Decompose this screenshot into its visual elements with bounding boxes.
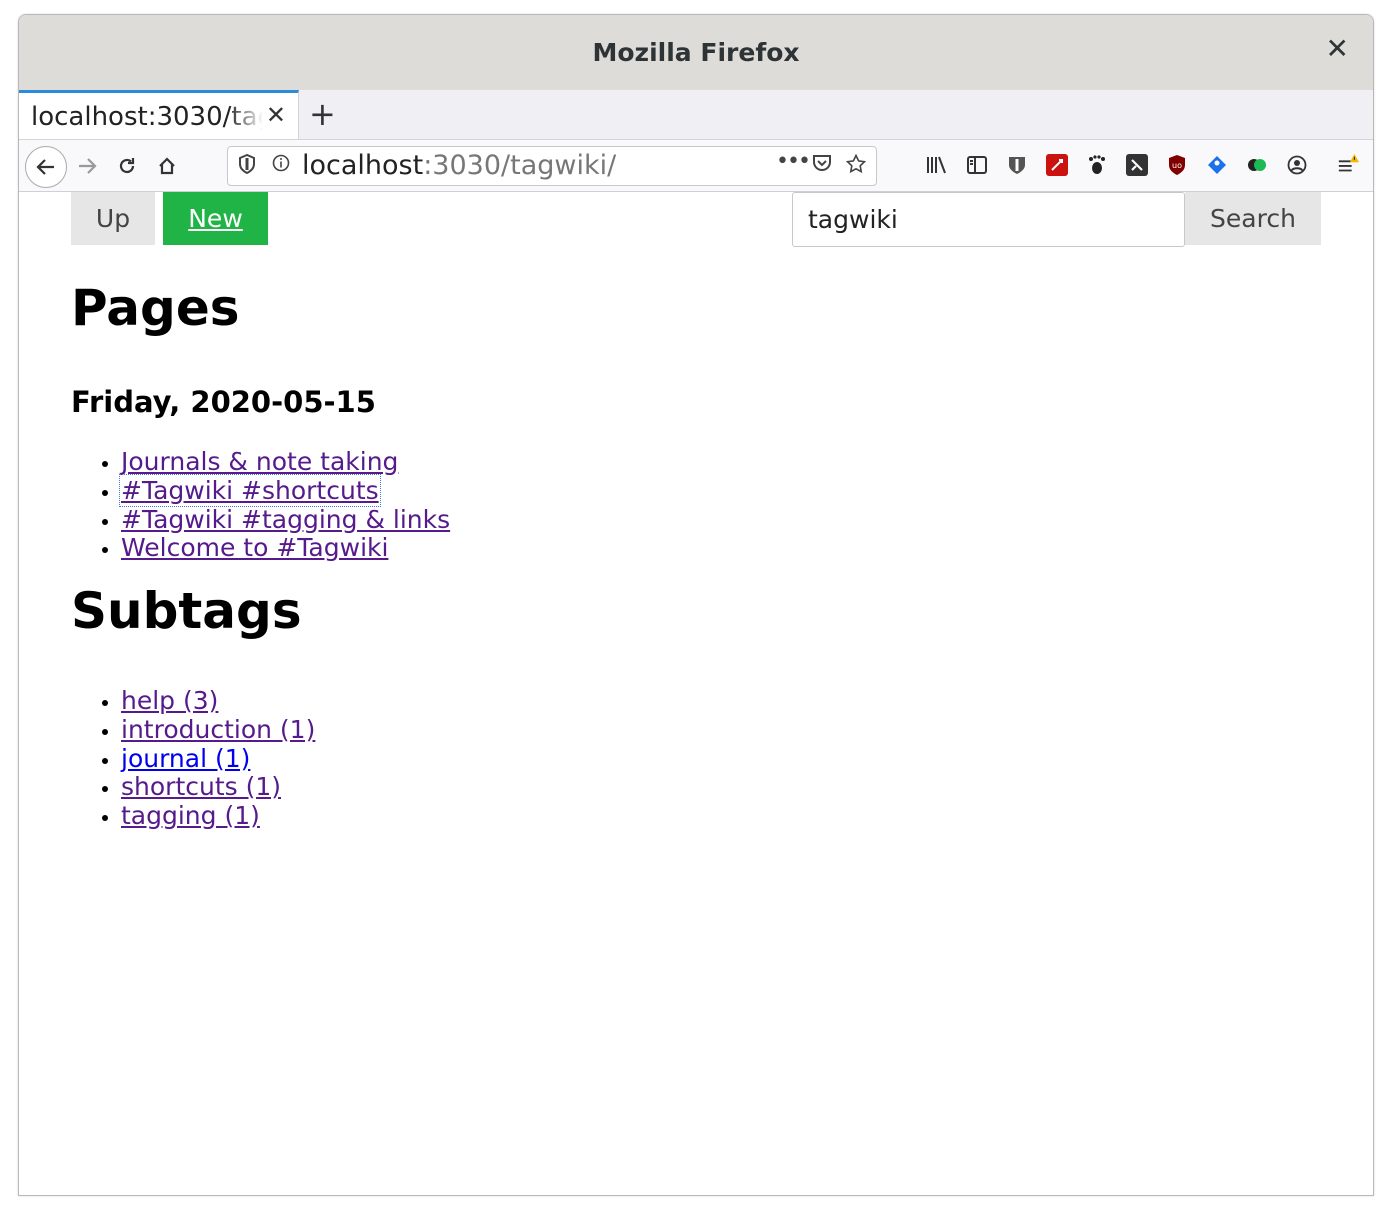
pages-heading: Pages	[71, 279, 240, 337]
svg-text:uo: uo	[1172, 161, 1182, 170]
list-item: shortcuts (1)	[121, 772, 315, 802]
info-icon[interactable]	[272, 154, 290, 177]
sidebar-icon[interactable]	[966, 154, 988, 176]
page-link-welcome[interactable]: Welcome to #Tagwiki	[121, 533, 388, 562]
list-item: Journals & note taking	[121, 447, 450, 477]
page-link-tagging[interactable]: #Tagwiki #tagging & links	[121, 505, 450, 534]
date-heading: Friday, 2020-05-15	[71, 385, 376, 419]
ublock-icon[interactable]: uo	[1166, 154, 1188, 176]
new-tab-icon[interactable]: +	[309, 95, 336, 133]
list-item: help (3)	[121, 686, 315, 716]
bookmark-star-icon[interactable]	[845, 153, 867, 179]
browser-window: Mozilla Firefox ✕ localhost:3030/tagwiki…	[18, 14, 1374, 1196]
library-icon[interactable]	[926, 154, 948, 176]
new-button[interactable]: New	[163, 192, 268, 245]
title-bar: Mozilla Firefox ✕	[19, 15, 1373, 91]
close-icon[interactable]: ✕	[1326, 35, 1349, 63]
search-input[interactable]	[792, 192, 1185, 247]
ext-red-icon[interactable]	[1046, 154, 1068, 176]
list-item: #Tagwiki #tagging & links	[121, 505, 450, 535]
list-item: #Tagwiki #shortcuts	[119, 473, 450, 507]
shield-icon[interactable]	[238, 153, 256, 179]
tab-bar: localhost:3030/tagwiki/ ✕ +	[19, 90, 1373, 140]
page-link-journals[interactable]: Journals & note taking	[121, 447, 398, 476]
page-link-shortcuts[interactable]: #Tagwiki #shortcuts	[119, 473, 381, 507]
account-icon[interactable]	[1286, 154, 1308, 176]
subtag-link-journal[interactable]: journal (1)	[121, 744, 250, 773]
ext-blue-icon[interactable]	[1206, 154, 1228, 176]
window-title: Mozilla Firefox	[592, 38, 800, 67]
subtags-list: help (3) introduction (1) journal (1) sh…	[71, 686, 315, 831]
page-content: Up New Search Pages Friday, 2020-05-15 J…	[19, 192, 1373, 1195]
list-item: Welcome to #Tagwiki	[121, 533, 450, 563]
search-button[interactable]: Search	[1185, 192, 1321, 245]
subtag-link-introduction[interactable]: introduction (1)	[121, 715, 315, 744]
list-item: introduction (1)	[121, 715, 315, 745]
forward-icon[interactable]	[67, 146, 107, 186]
ext-green-icon[interactable]	[1246, 154, 1268, 176]
navigation-bar: localhost:3030/tagwiki/ ••• uo	[19, 140, 1373, 192]
tab-close-icon[interactable]: ✕	[266, 101, 286, 129]
list-item: tagging (1)	[121, 801, 315, 831]
url-text: localhost:3030/tagwiki/	[302, 150, 617, 181]
bitwarden-icon[interactable]	[1006, 154, 1028, 176]
back-icon[interactable]	[25, 146, 67, 188]
subtag-link-tagging[interactable]: tagging (1)	[121, 801, 260, 830]
pocket-icon[interactable]	[812, 154, 832, 177]
tab-title: localhost:3030/tagwiki/	[31, 102, 263, 132]
reload-icon[interactable]	[107, 146, 147, 186]
gnome-icon[interactable]	[1086, 154, 1108, 176]
ext-dark-icon[interactable]	[1126, 154, 1148, 176]
subtags-heading: Subtags	[71, 582, 302, 640]
more-icon[interactable]: •••	[776, 149, 811, 174]
pages-list: Journals & note taking #Tagwiki #shortcu…	[71, 447, 450, 563]
url-bar[interactable]: localhost:3030/tagwiki/ •••	[227, 146, 877, 186]
up-button[interactable]: Up	[71, 192, 155, 245]
subtag-link-shortcuts[interactable]: shortcuts (1)	[121, 772, 281, 801]
tab-tagwiki[interactable]: localhost:3030/tagwiki/ ✕	[19, 90, 299, 139]
menu-icon[interactable]	[1337, 154, 1359, 176]
list-item: journal (1)	[121, 744, 315, 774]
subtag-link-help[interactable]: help (3)	[121, 686, 218, 715]
home-icon[interactable]	[147, 146, 187, 186]
